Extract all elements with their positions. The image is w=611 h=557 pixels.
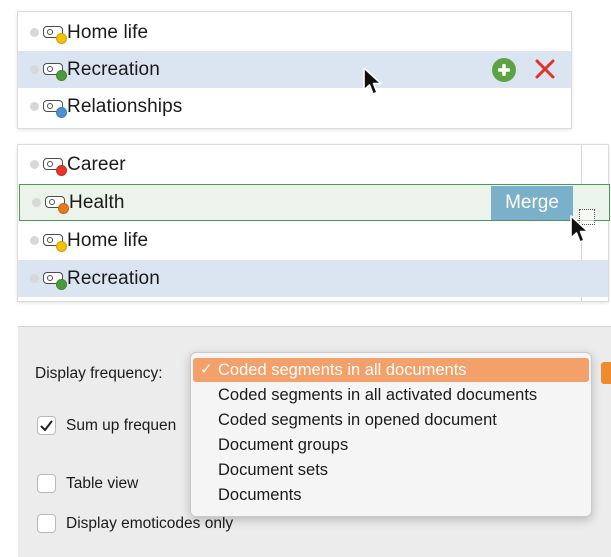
code-row-recreation[interactable]: Recreation — [18, 51, 571, 88]
option-label: Documents — [218, 485, 302, 504]
x-icon — [535, 59, 555, 79]
code-row-home-life[interactable]: Home life — [18, 14, 571, 51]
table-view-label: Table view — [66, 475, 139, 492]
check-icon: ✓ — [200, 361, 213, 378]
sum-up-label: Sum up frequen — [66, 417, 177, 434]
dropdown-option-document-groups[interactable]: Document groups — [191, 433, 591, 457]
code-row-career[interactable]: Career — [18, 146, 608, 183]
add-code-button[interactable] — [492, 58, 516, 82]
checkmark-icon — [40, 420, 53, 431]
code-list-panel-top: Home life Recreation Relationships — [18, 12, 571, 128]
option-label: Coded segments in opened document — [218, 410, 497, 429]
delete-code-button[interactable] — [533, 57, 557, 81]
status-dot — [30, 65, 39, 74]
status-dot — [30, 274, 39, 283]
code-tag-icon — [43, 157, 67, 176]
dropdown-option-opened-document[interactable]: Coded segments in opened document — [191, 408, 591, 432]
code-tag-icon — [43, 25, 67, 44]
option-label: Coded segments in all activated document… — [218, 385, 538, 404]
status-dot — [30, 28, 39, 37]
code-tag-icon — [43, 62, 67, 81]
code-label: Recreation — [67, 267, 160, 289]
dropdown-option-documents[interactable]: Documents — [191, 483, 591, 507]
table-view-checkbox[interactable] — [37, 474, 56, 493]
code-label: Recreation — [67, 58, 160, 80]
code-label: Health — [69, 191, 125, 213]
code-label: Home life — [67, 21, 149, 43]
code-row-health-drop-target[interactable]: Health Merge — [19, 184, 610, 221]
option-label: Coded segments in all documents — [218, 360, 467, 379]
mouse-pointer-icon — [570, 215, 589, 243]
code-row-relationships[interactable]: Relationships — [18, 88, 571, 125]
code-tag-icon — [45, 195, 69, 214]
display-frequency-label: Display frequency: — [35, 365, 163, 382]
code-list-panel-merge: Career Health Merge Home life Recreation — [18, 145, 610, 301]
status-dot — [32, 198, 41, 207]
sum-up-checkbox[interactable] — [37, 416, 56, 435]
code-label: Home life — [67, 229, 149, 251]
emoticodes-checkbox[interactable] — [37, 514, 56, 533]
dropdown-option-activated-documents[interactable]: Coded segments in all activated document… — [191, 383, 591, 407]
option-label: Document groups — [218, 435, 349, 454]
option-label: Document sets — [218, 460, 329, 479]
status-dot — [30, 236, 39, 245]
code-row-home-life[interactable]: Home life — [18, 222, 608, 259]
dropdown-edge-accent — [601, 362, 611, 384]
dropdown-option-document-sets[interactable]: Document sets — [191, 458, 591, 482]
code-tag-icon — [43, 233, 67, 252]
dropdown-option-all-documents[interactable]: ✓ Coded segments in all documents — [193, 358, 589, 382]
emoticodes-label: Display emoticodes only — [66, 515, 234, 532]
status-dot — [30, 160, 39, 169]
merge-button[interactable]: Merge — [491, 186, 573, 220]
mouse-pointer-icon — [363, 67, 382, 95]
plus-icon — [498, 64, 510, 76]
code-tag-icon — [43, 271, 67, 290]
status-dot — [30, 102, 39, 111]
code-row-recreation[interactable]: Recreation — [18, 260, 608, 297]
display-frequency-dropdown-menu: ✓ Coded segments in all documents Coded … — [190, 352, 592, 517]
code-label: Career — [67, 153, 126, 175]
code-tag-icon — [43, 99, 67, 118]
code-label: Relationships — [67, 95, 183, 117]
